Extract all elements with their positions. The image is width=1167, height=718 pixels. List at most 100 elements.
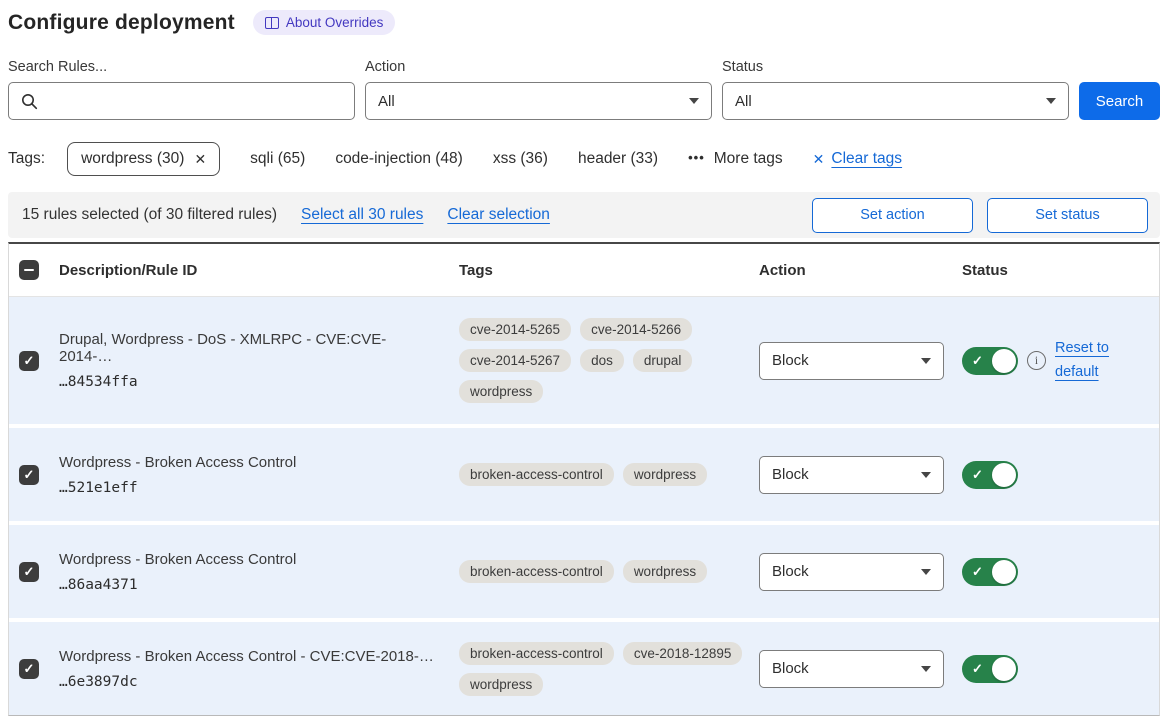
more-tags-button[interactable]: ••• More tags — [688, 150, 783, 168]
rule-status-cell — [962, 655, 1159, 683]
toggle-knob — [992, 560, 1016, 584]
table-row: Wordpress - Broken Access Control …521e1… — [9, 428, 1159, 521]
search-icon — [21, 93, 38, 110]
column-tags: Tags — [459, 262, 759, 279]
tag-option[interactable]: code-injection (48) — [335, 150, 463, 168]
action-filter-field: Action All — [365, 59, 712, 120]
rule-description: Wordpress - Broken Access Control - CVE:… — [59, 648, 435, 665]
search-rules-label: Search Rules... — [8, 59, 355, 75]
set-status-button[interactable]: Set status — [987, 198, 1148, 233]
tag-chip: drupal — [633, 349, 693, 372]
select-all-checkbox[interactable] — [19, 260, 39, 280]
rule-action-cell: Block — [759, 456, 962, 494]
toggle-knob — [992, 463, 1016, 487]
rule-status-cell — [962, 558, 1159, 586]
about-overrides-badge[interactable]: About Overrides — [253, 10, 396, 35]
clear-selection-link[interactable]: Clear selection — [447, 206, 550, 224]
table-row: Drupal, Wordpress - DoS - XMLRPC - CVE:C… — [9, 297, 1159, 424]
rule-status-cell — [962, 461, 1159, 489]
tag-options: sqli (65) code-injection (48) xss (36) head… — [250, 150, 658, 168]
clear-tags-label: Clear tags — [831, 150, 902, 168]
tag-option[interactable]: xss (36) — [493, 150, 548, 168]
tag-chip: broken-access-control — [459, 560, 614, 583]
status-toggle[interactable] — [962, 347, 1018, 375]
rule-description-cell: Wordpress - Broken Access Control …521e1… — [59, 454, 459, 496]
status-toggle[interactable] — [962, 461, 1018, 489]
rule-action-value: Block — [772, 563, 809, 580]
chevron-down-icon — [921, 569, 931, 575]
remove-tag-icon[interactable]: ✕ — [194, 151, 206, 168]
chevron-down-icon — [1046, 98, 1056, 104]
chevron-down-icon — [921, 358, 931, 364]
tag-option[interactable]: sqli (65) — [250, 150, 305, 168]
info-icon[interactable] — [1027, 351, 1046, 370]
action-filter-label: Action — [365, 59, 712, 75]
row-checkbox[interactable] — [19, 465, 39, 485]
rule-tags-cell: broken-access-controlcve-2018-12895wordp… — [459, 628, 759, 710]
rule-action-cell: Block — [759, 553, 962, 591]
tag-chip: broken-access-control — [459, 642, 614, 665]
rule-id: …521e1eff — [59, 480, 435, 496]
tag-option[interactable]: header (33) — [578, 150, 658, 168]
rule-action-select[interactable]: Block — [759, 553, 944, 591]
rule-action-select[interactable]: Block — [759, 342, 944, 380]
selected-tag-wordpress[interactable]: wordpress (30) ✕ — [67, 142, 220, 176]
search-rules-input[interactable] — [46, 93, 342, 110]
rule-tags-cell: cve-2014-5265 cve-2014-5266 cve-2014-5267 d… — [459, 304, 759, 417]
rule-action-select[interactable]: Block — [759, 650, 944, 688]
toggle-knob — [992, 349, 1016, 373]
tags-bar: Tags: wordpress (30) ✕ sqli (65) code-inj… — [8, 142, 1160, 176]
table-row: Wordpress - Broken Access Control - CVE:… — [9, 622, 1159, 715]
search-button[interactable]: Search — [1079, 82, 1160, 120]
bulk-actions: Set action Set status — [812, 198, 1148, 233]
action-filter-select[interactable]: All — [365, 82, 712, 120]
column-action: Action — [759, 262, 962, 279]
action-filter-value: All — [378, 93, 395, 110]
tag-chip: wordpress — [459, 380, 543, 403]
row-checkbox[interactable] — [19, 659, 39, 679]
tag-chip: broken-access-control — [459, 463, 614, 486]
rule-action-value: Block — [772, 466, 809, 483]
reset-to-default-link[interactable]: Reset to default — [1055, 337, 1117, 385]
rule-description: Drupal, Wordpress - DoS - XMLRPC - CVE:C… — [59, 331, 435, 365]
row-checkbox[interactable] — [19, 351, 39, 371]
tag-chip: cve-2014-5266 — [580, 318, 692, 341]
book-icon — [265, 17, 279, 29]
rule-description: Wordpress - Broken Access Control — [59, 454, 435, 471]
selection-summary: 15 rules selected (of 30 filtered rules) — [22, 206, 277, 224]
tag-chip: dos — [580, 349, 624, 372]
status-filter-select[interactable]: All — [722, 82, 1069, 120]
page-title: Configure deployment — [8, 11, 235, 35]
row-checkbox[interactable] — [19, 562, 39, 582]
about-overrides-label: About Overrides — [286, 15, 384, 30]
table-row: Wordpress - Broken Access Control …86aa4… — [9, 525, 1159, 618]
status-filter-field: Status All — [722, 59, 1069, 120]
status-toggle[interactable] — [962, 558, 1018, 586]
chevron-down-icon — [921, 666, 931, 672]
rule-action-cell: Block — [759, 342, 962, 380]
tag-chip: cve-2018-12895 — [623, 642, 743, 665]
status-filter-label: Status — [722, 59, 1069, 75]
tag-chip: cve-2014-5267 — [459, 349, 571, 372]
tag-chip: cve-2014-5265 — [459, 318, 571, 341]
page-header: Configure deployment About Overrides — [8, 10, 1160, 35]
table-body: Drupal, Wordpress - DoS - XMLRPC - CVE:C… — [9, 297, 1159, 715]
chevron-down-icon — [689, 98, 699, 104]
rule-id: …84534ffa — [59, 374, 435, 390]
rule-action-select[interactable]: Block — [759, 456, 944, 494]
column-description: Description/Rule ID — [59, 262, 459, 279]
clear-tags-link[interactable]: ✕ Clear tags — [813, 150, 902, 168]
rule-description-cell: Drupal, Wordpress - DoS - XMLRPC - CVE:C… — [59, 331, 459, 390]
tags-label: Tags: — [8, 150, 45, 168]
tag-chip: wordpress — [623, 463, 707, 486]
select-all-link[interactable]: Select all 30 rules — [301, 206, 423, 224]
table-header: Description/Rule ID Tags Action Status — [9, 244, 1159, 297]
status-toggle[interactable] — [962, 655, 1018, 683]
selected-tag-label: wordpress (30) — [81, 150, 184, 168]
set-action-button[interactable]: Set action — [812, 198, 973, 233]
rule-action-value: Block — [772, 352, 809, 369]
rule-id: …6e3897dc — [59, 674, 435, 690]
search-input-wrapper — [8, 82, 355, 120]
configure-deployment-page: Configure deployment About Overrides Sea… — [0, 0, 1167, 716]
rule-description-cell: Wordpress - Broken Access Control …86aa4… — [59, 551, 459, 593]
